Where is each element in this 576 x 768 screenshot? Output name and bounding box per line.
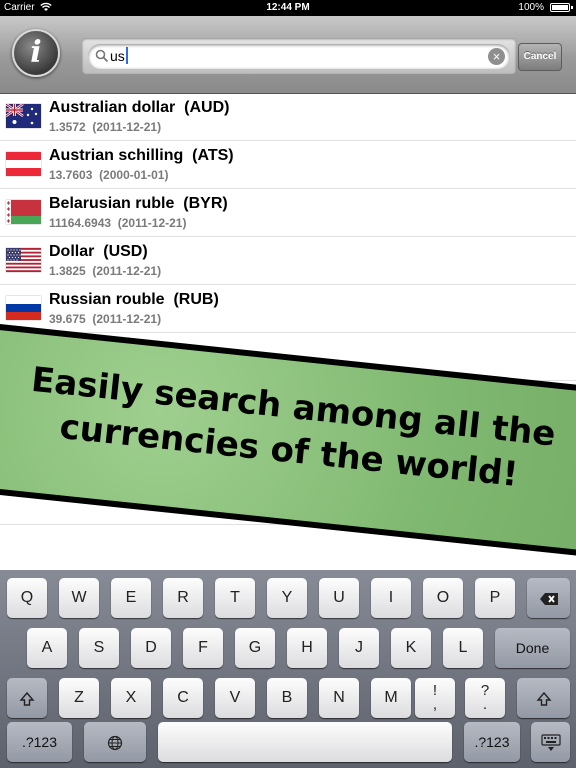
currency-row-usd[interactable]: Dollar (USD) 1.3825 (2011-12-21) <box>0 237 576 285</box>
key-u[interactable]: U <box>319 578 359 618</box>
key-z[interactable]: Z <box>59 678 99 718</box>
australia-flag <box>6 104 41 128</box>
key-l[interactable]: L <box>443 628 483 668</box>
key-m[interactable]: M <box>371 678 411 718</box>
globe-key[interactable] <box>84 722 146 762</box>
numbers-key-right[interactable]: .?123 <box>464 722 520 762</box>
key-x[interactable]: X <box>111 678 151 718</box>
status-bar: Carrier 12:44 PM 100% <box>0 0 576 16</box>
key-i[interactable]: I <box>371 578 411 618</box>
key-d[interactable]: D <box>131 628 171 668</box>
numbers-key-left[interactable]: .?123 <box>7 722 72 762</box>
currency-name: Australian dollar (AUD) <box>49 99 230 116</box>
currency-rate: 1.3825 (2011-12-21) <box>49 264 162 278</box>
key-c[interactable]: C <box>163 678 203 718</box>
key-r[interactable]: R <box>163 578 203 618</box>
key-question-period[interactable]: ?. <box>465 678 505 718</box>
currency-rate: 11164.6943 (2011-12-21) <box>49 216 187 230</box>
onscreen-keyboard: Q W E R T Y U I O P A S D F G H J K L Do… <box>0 570 576 768</box>
key-k[interactable]: K <box>391 628 431 668</box>
key-f[interactable]: F <box>183 628 223 668</box>
currency-row-ats[interactable]: Austrian schilling (ATS) 13.7603 (2000-0… <box>0 141 576 189</box>
currency-name: Dollar (USD) <box>49 243 148 260</box>
clear-icon[interactable]: × <box>488 48 505 65</box>
key-e[interactable]: E <box>111 578 151 618</box>
text-caret <box>125 47 128 64</box>
info-icon: i <box>30 35 42 70</box>
key-o[interactable]: O <box>423 578 463 618</box>
info-button[interactable]: i <box>12 29 60 77</box>
austria-flag <box>6 152 41 176</box>
search-text: us <box>110 47 128 66</box>
battery-percent: 100% <box>518 2 544 13</box>
key-q[interactable]: Q <box>7 578 47 618</box>
search-input[interactable]: us × <box>88 44 510 69</box>
currency-row-byr[interactable]: Belarusian ruble (BYR) 11164.6943 (2011-… <box>0 189 576 237</box>
currency-row-rub[interactable]: Russian rouble (RUB) 39.675 (2011-12-21) <box>0 285 576 333</box>
key-n[interactable]: N <box>319 678 359 718</box>
usa-flag <box>6 248 41 272</box>
hide-keyboard-key[interactable] <box>531 722 570 762</box>
currency-name: Austrian schilling (ATS) <box>49 147 234 164</box>
search-icon <box>95 49 109 63</box>
key-g[interactable]: G <box>235 628 275 668</box>
currency-rate: 39.675 (2011-12-21) <box>49 312 162 326</box>
key-b[interactable]: B <box>267 678 307 718</box>
key-p[interactable]: P <box>475 578 515 618</box>
russia-flag <box>6 296 41 320</box>
key-t[interactable]: T <box>215 578 255 618</box>
search-toolbar: i us × Cancel <box>0 16 576 94</box>
currency-rate: 1.3572 (2011-12-21) <box>49 120 162 134</box>
currency-rate: 13.7603 (2000-01-01) <box>49 168 169 182</box>
key-h[interactable]: H <box>287 628 327 668</box>
shift-key-left[interactable] <box>7 678 47 718</box>
keyboard-icon <box>540 734 561 752</box>
key-v[interactable]: V <box>215 678 255 718</box>
backspace-key[interactable] <box>527 578 570 618</box>
currency-row-aud[interactable]: Australian dollar (AUD) 1.3572 (2011-12-… <box>0 93 576 141</box>
backspace-icon <box>539 593 558 606</box>
battery-icon <box>550 3 573 12</box>
key-w[interactable]: W <box>59 578 99 618</box>
shift-key-right[interactable] <box>517 678 570 718</box>
shift-icon <box>19 692 35 706</box>
currency-name: Russian rouble (RUB) <box>49 291 219 308</box>
cancel-button[interactable]: Cancel <box>518 43 562 71</box>
key-s[interactable]: S <box>79 628 119 668</box>
currency-name: Belarusian ruble (BYR) <box>49 195 228 212</box>
key-y[interactable]: Y <box>267 578 307 618</box>
shift-icon <box>535 692 552 706</box>
key-j[interactable]: J <box>339 628 379 668</box>
key-exclamation-comma[interactable]: !, <box>415 678 455 718</box>
globe-icon <box>107 736 123 751</box>
belarus-flag <box>6 200 41 224</box>
done-key[interactable]: Done <box>495 628 570 668</box>
key-a[interactable]: A <box>27 628 67 668</box>
space-key[interactable] <box>158 722 452 762</box>
clock: 12:44 PM <box>266 2 310 13</box>
